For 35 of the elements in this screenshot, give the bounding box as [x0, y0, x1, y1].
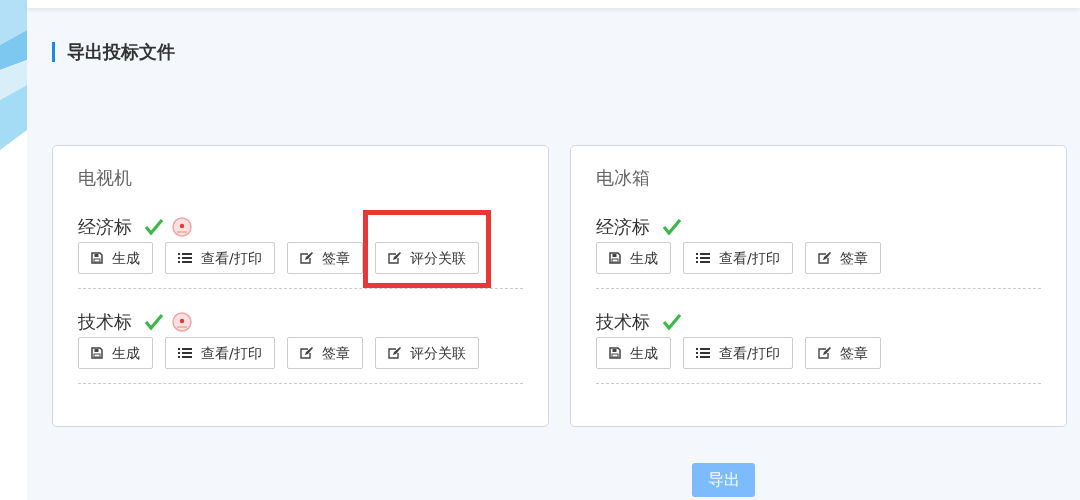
view-print-button[interactable]: 查看/打印 — [165, 242, 275, 274]
save-icon — [609, 252, 621, 264]
edit-button[interactable]: 评分关联 — [374, 337, 479, 369]
list-icon — [696, 252, 710, 264]
save-icon — [91, 347, 103, 359]
edit-icon — [817, 347, 831, 359]
generate-button[interactable]: 生成 — [596, 242, 671, 274]
generate-button[interactable]: 生成 — [596, 337, 671, 369]
list-icon — [696, 347, 710, 359]
edit-button[interactable]: 签章 — [286, 242, 363, 274]
edit-button[interactable]: 签章 — [286, 337, 363, 369]
edit-icon — [387, 347, 401, 359]
edit-icon — [299, 252, 313, 264]
edit-icon — [387, 252, 401, 264]
edit-button[interactable]: 签章 — [804, 337, 881, 369]
edit-icon — [299, 347, 313, 359]
list-icon — [178, 252, 192, 264]
view-print-button[interactable]: 查看/打印 — [683, 337, 793, 369]
list-icon — [178, 347, 192, 359]
section-label: 经济标 — [78, 216, 132, 238]
view-print-button[interactable]: 查看/打印 — [165, 337, 275, 369]
edit-icon — [817, 252, 831, 264]
section-label: 技术标 — [596, 311, 650, 333]
generate-button[interactable]: 生成 — [78, 337, 153, 369]
section-label: 技术标 — [78, 311, 132, 333]
section-label: 经济标 — [596, 216, 650, 238]
page-title: 导出投标文件 — [52, 42, 1080, 62]
project-name: 电视机 — [78, 166, 133, 190]
save-icon — [91, 252, 103, 264]
generate-button[interactable]: 生成 — [78, 242, 153, 274]
project-name: 电冰箱 — [596, 166, 651, 190]
edit-button[interactable]: 签章 — [804, 242, 881, 274]
edit-button[interactable]: 评分关联 — [374, 242, 479, 274]
save-icon — [609, 347, 621, 359]
view-print-button[interactable]: 查看/打印 — [683, 242, 793, 274]
